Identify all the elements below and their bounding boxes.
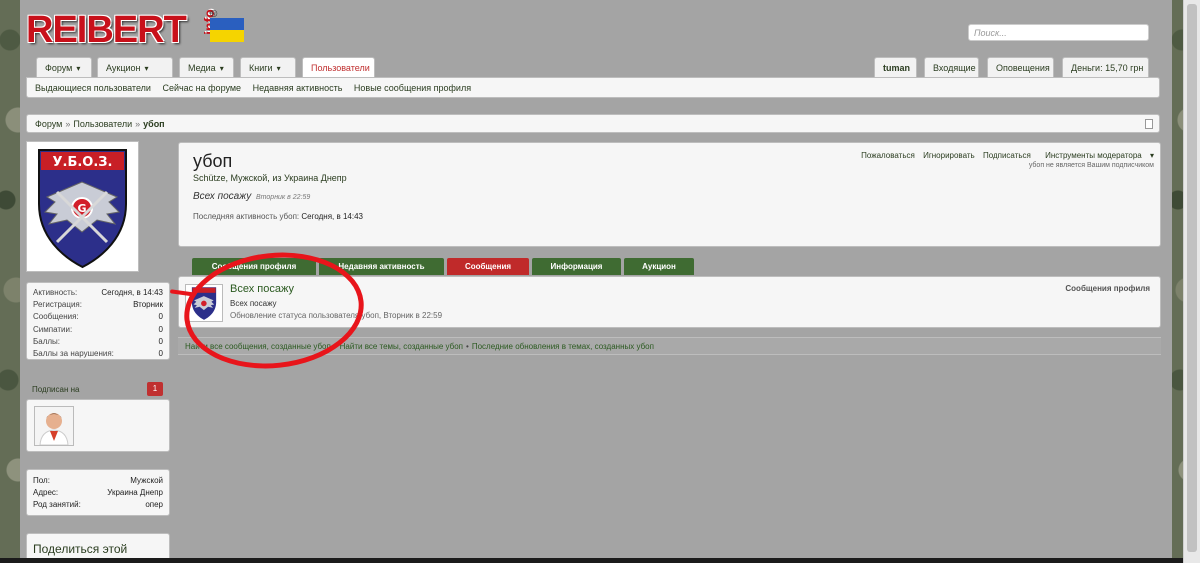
following-avatar[interactable]: [34, 406, 74, 446]
breadcrumb-separator: »: [135, 119, 141, 129]
subnav-new-profile-posts[interactable]: Новые сообщения профиля: [354, 83, 471, 93]
status-time: Вторник в 22:59: [255, 194, 311, 201]
following-heading: Подписан на: [32, 385, 80, 394]
stat-value[interactable]: 0: [159, 349, 163, 361]
nav-tab-media[interactable]: Медиа ▾: [179, 57, 234, 77]
info-label: Адрес:: [33, 488, 59, 497]
last-activity: Последняя активность убоп: Сегодня, в 14…: [193, 212, 1146, 221]
alerts-tab[interactable]: Оповещения: [987, 57, 1054, 77]
stat-row: Активность: Сегодня, в 14:43: [33, 288, 163, 300]
post-category: Сообщения профиля: [1065, 284, 1150, 293]
vertical-scrollbar[interactable]: [1183, 0, 1200, 563]
taskbar-strip: [0, 558, 1183, 563]
chevron-down-icon: ▾: [76, 64, 81, 73]
report-link[interactable]: Пожаловаться: [861, 151, 915, 160]
nav-tab-users[interactable]: Пользователи: [302, 57, 375, 78]
scrollbar-thumb[interactable]: [1187, 4, 1197, 552]
profile-header: убоп Schütze, Мужской, из Украина Днепр …: [178, 142, 1161, 247]
stat-value: 0: [158, 324, 163, 334]
ubop-emblem-icon: У.Б.О.З. G: [38, 149, 127, 269]
inbox-tab[interactable]: Входящие: [924, 57, 979, 77]
profile-status: Всех посажу Вторник в 22:59: [193, 191, 1146, 202]
nav-tab-label: Медиа: [188, 63, 216, 73]
nav-tab-books[interactable]: Книги ▾: [240, 57, 296, 77]
tab-postings[interactable]: Сообщения: [447, 258, 529, 275]
balance-tab[interactable]: Деньги: 15,70 грн: [1062, 57, 1149, 77]
person-avatar-icon: [35, 407, 73, 446]
breadcrumb-forum[interactable]: Форум: [35, 119, 62, 129]
nav-tab-label: Форум: [45, 63, 73, 73]
user-menu-tuman[interactable]: tuman: [874, 57, 917, 77]
chevron-down-icon: ▾: [219, 64, 224, 73]
profile-avatar[interactable]: У.Б.О.З. G: [26, 141, 139, 272]
link-separator: •: [466, 342, 469, 351]
breadcrumb-separator: »: [65, 119, 71, 129]
sub-nav: Выдающиеся пользователи Сейчас на форуме…: [26, 77, 1160, 98]
search-input[interactable]: Поиск...: [968, 24, 1149, 41]
status-text: Всех посажу: [193, 191, 252, 202]
last-activity-value: Сегодня, в 14:43: [301, 212, 363, 221]
follow-link[interactable]: Подписаться: [983, 151, 1031, 160]
info-value[interactable]: Украина Днепр: [107, 488, 163, 500]
stat-value[interactable]: 0: [159, 337, 163, 349]
not-subscribed-note: убоп не является Вашим подписчиком: [1028, 162, 1154, 169]
info-value: Мужской: [130, 476, 163, 485]
info-row: Род занятий: опер: [33, 500, 163, 512]
stat-label: Регистрация:: [33, 300, 82, 310]
stat-label: Сообщения:: [33, 312, 79, 322]
stat-label: Симпатии:: [33, 324, 73, 334]
site-logo[interactable]: REIBERT: [26, 10, 187, 50]
stat-row: Симпатии: 0: [33, 325, 163, 337]
stat-label: Баллы:: [33, 336, 61, 346]
breadcrumb: Форум» Пользователи» убоп: [26, 114, 1160, 133]
find-all-threads-link[interactable]: Найти все темы, созданные убоп: [340, 342, 463, 351]
member-info: Пол: Мужской Адрес: Украина Днепр Род заня…: [26, 469, 170, 516]
tab-information[interactable]: Информация: [532, 258, 621, 275]
chevron-down-icon: ▾: [276, 64, 281, 73]
recent-thread-updates-link[interactable]: Последние обновления в темах, созданных …: [472, 342, 654, 351]
stat-row: Регистрация: Вторник: [33, 300, 163, 312]
stat-value: Сегодня, в 14:43: [101, 288, 163, 297]
breadcrumb-current: убоп: [143, 119, 165, 129]
info-value: опер: [145, 500, 163, 509]
tab-auction[interactable]: Аукцион: [624, 258, 694, 275]
svg-text:У.Б.О.З.: У.Б.О.З.: [53, 155, 113, 170]
nav-tab-label: Пользователи: [311, 63, 370, 73]
moderator-tools-label: Инструменты модератора: [1045, 151, 1142, 160]
following-count-badge[interactable]: 1: [147, 382, 163, 396]
info-label: Пол:: [33, 476, 50, 485]
nav-tab-label: Аукцион: [106, 63, 141, 73]
subnav-notable-members[interactable]: Выдающиеся пользователи: [35, 83, 151, 93]
stat-label: Баллы за нарушения:: [33, 348, 114, 358]
profile-actions: Пожаловаться Игнорировать Подписаться Ин…: [855, 151, 1154, 160]
breadcrumb-users[interactable]: Пользователи: [73, 119, 132, 129]
nav-tab-label: Книги: [249, 63, 273, 73]
nav-tab-auction[interactable]: Аукцион ▾: [97, 57, 173, 77]
info-row: Пол: Мужской: [33, 476, 163, 488]
member-stats: Активность: Сегодня, в 14:43 Регистрация:…: [26, 282, 170, 360]
ignore-link[interactable]: Игнорировать: [923, 151, 975, 160]
subnav-recent-activity[interactable]: Недавняя активность: [253, 83, 343, 93]
chevron-down-icon: ▾: [144, 64, 149, 73]
moderator-tools-menu[interactable]: Инструменты модератора ▾: [1039, 151, 1154, 160]
stat-row: Баллы: 0: [33, 337, 163, 349]
info-row: Адрес: Украина Днепр: [33, 488, 163, 500]
stat-label: Активность:: [33, 288, 78, 297]
nav-tab-forum[interactable]: Форум ▾: [36, 57, 92, 77]
stat-value: Вторник: [133, 300, 163, 310]
following-list: [26, 399, 170, 452]
subnav-online-now[interactable]: Сейчас на форуме: [162, 83, 241, 93]
stat-row: Баллы за нарушения: 0: [33, 349, 163, 361]
page-container: REIBERT info ® Поиск... Форум ▾ Аукцион ▾ …: [20, 0, 1172, 563]
page-icon[interactable]: [1145, 119, 1153, 129]
stat-row: Сообщения: 0: [33, 312, 163, 324]
chevron-down-icon: ▾: [1149, 151, 1154, 160]
stat-value[interactable]: 0: [159, 312, 163, 324]
last-activity-label: Последняя активность убоп:: [193, 212, 300, 221]
info-label: Род занятий:: [33, 500, 81, 509]
ukraine-flag-icon: [210, 18, 244, 42]
profile-meta: Schütze, Мужской, из Украина Днепр: [193, 173, 347, 183]
